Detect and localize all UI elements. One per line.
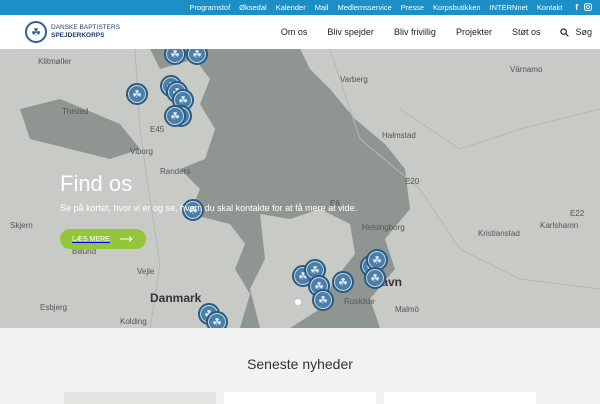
map-pin[interactable]: ☘ xyxy=(126,83,148,105)
news-card[interactable] xyxy=(224,392,376,404)
map-pin[interactable]: ☘ xyxy=(332,271,354,293)
map-label-e22: E22 xyxy=(570,209,585,218)
top-utility-bar: Programstof Øksedal Kalender Mail Medlem… xyxy=(0,0,600,15)
hero-map-banner: Klitmøller Thisted Viborg Randers Skjern… xyxy=(0,49,600,328)
nav-stot-os[interactable]: Støt os xyxy=(512,27,541,37)
news-title: Seneste nyheder xyxy=(247,356,353,372)
map-label-helsingborg: Helsingborg xyxy=(362,223,405,232)
map-label-halmstad: Halmstad xyxy=(382,131,416,140)
map-label-varnamo: Värnamo xyxy=(510,65,543,74)
topbar-link-medlemsservice[interactable]: Medlemsservice xyxy=(337,3,391,12)
main-header: ☘ DANSKE BAPTISTERS SPEJDERKORPS Om os B… xyxy=(0,15,600,49)
map-label-klitmoller: Klitmøller xyxy=(38,57,72,66)
arrow-right-icon xyxy=(119,236,133,242)
map-label-esbjerg: Esbjerg xyxy=(40,303,68,312)
topbar-link-kontakt[interactable]: Kontakt xyxy=(537,3,562,12)
map-label-viborg: Viborg xyxy=(130,147,153,156)
news-card[interactable] xyxy=(384,392,536,404)
topbar-link-mail[interactable]: Mail xyxy=(315,3,329,12)
map-label-e45: E45 xyxy=(150,125,165,134)
topbar-link-kalender[interactable]: Kalender xyxy=(276,3,306,12)
site-logo[interactable]: ☘ DANSKE BAPTISTERS SPEJDERKORPS xyxy=(25,21,120,43)
map-label-kolding: Kolding xyxy=(120,317,147,326)
social-links: f xyxy=(575,2,592,13)
nav-projekter[interactable]: Projekter xyxy=(456,27,492,37)
logo-line2: SPEJDERKORPS xyxy=(51,32,105,39)
map-label-danmark: Danmark xyxy=(150,291,202,305)
map-label-vejle: Vejle xyxy=(137,267,155,276)
map-pin[interactable]: ☘ xyxy=(312,289,334,311)
map-label-karlshamn: Karlshamn xyxy=(540,221,579,230)
nav-om-os[interactable]: Om os xyxy=(281,27,308,37)
search-label: Søg xyxy=(575,27,592,37)
read-more-button[interactable]: LÆS MERE xyxy=(60,229,146,249)
read-more-label: LÆS MERE xyxy=(72,235,110,243)
trefoil-logo-icon: ☘ xyxy=(25,21,47,43)
nav-bliv-spejder[interactable]: Bliv spejder xyxy=(327,27,374,37)
slider-dot[interactable] xyxy=(295,299,301,305)
hero-subtitle: Se på kortet, hvor vi er og se, hvem du … xyxy=(60,203,358,213)
map-label-thisted: Thisted xyxy=(62,107,89,116)
topbar-link-presse[interactable]: Presse xyxy=(401,3,424,12)
nav-bliv-frivillig[interactable]: Bliv frivillig xyxy=(394,27,436,37)
map-pin[interactable]: ☘ xyxy=(364,267,386,289)
map-label-kristianstad: Kristianstad xyxy=(478,229,520,238)
map-pin[interactable]: ☘ xyxy=(164,105,186,127)
news-section: Seneste nyheder xyxy=(0,328,600,404)
map-pin[interactable]: ☘ xyxy=(206,311,228,328)
logo-line1: DANSKE BAPTISTERS xyxy=(51,24,120,31)
search-icon xyxy=(560,27,570,37)
map-label-malmo: Malmö xyxy=(395,305,420,314)
map-label-randers: Randers xyxy=(160,167,191,176)
main-nav: Om os Bliv spejder Bliv frivillig Projek… xyxy=(281,15,592,49)
map-label-roskilde: Roskilde xyxy=(344,297,375,306)
hero-title: Find os xyxy=(60,171,133,196)
topbar-link-oksedal[interactable]: Øksedal xyxy=(239,3,267,12)
topbar-link-korpsbutikken[interactable]: Korpsbutikken xyxy=(433,3,481,12)
topbar-link-internnet[interactable]: INTERNnet xyxy=(490,3,528,12)
search-button[interactable]: Søg xyxy=(560,27,592,37)
map-label-varberg: Varberg xyxy=(340,75,368,84)
map-label-skjern: Skjern xyxy=(10,221,33,230)
topbar-link-programstof[interactable]: Programstof xyxy=(189,3,230,12)
map-label-e20: E20 xyxy=(405,177,420,186)
instagram-icon[interactable] xyxy=(584,2,592,13)
news-card[interactable] xyxy=(64,392,216,404)
facebook-icon[interactable]: f xyxy=(575,3,578,13)
